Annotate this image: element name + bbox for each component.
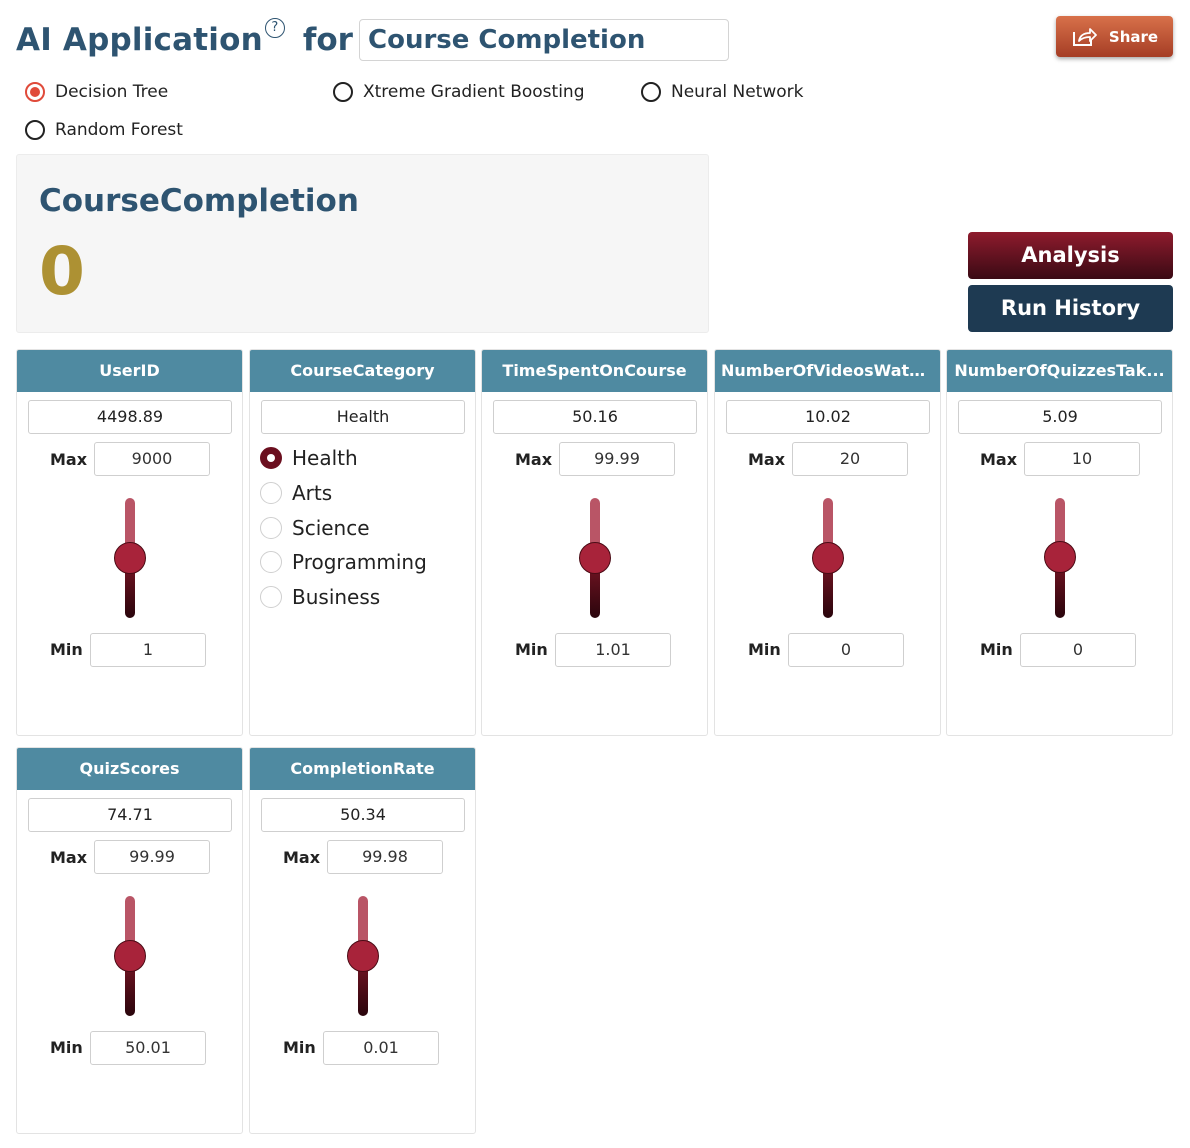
min-label: Min bbox=[50, 1038, 83, 1057]
value-input[interactable]: 74.71 bbox=[28, 798, 232, 832]
category-option-science[interactable]: Science bbox=[260, 516, 370, 540]
analysis-button[interactable]: Analysis bbox=[968, 232, 1173, 279]
app-title: AI Application bbox=[16, 22, 263, 58]
slider-thumb[interactable] bbox=[113, 940, 146, 972]
min-label: Min bbox=[748, 640, 781, 659]
max-input[interactable]: 99.98 bbox=[327, 840, 443, 874]
max-input[interactable]: 99.99 bbox=[94, 840, 210, 874]
category-option-health[interactable]: Health bbox=[260, 446, 358, 470]
min-input[interactable]: 1.01 bbox=[555, 633, 671, 667]
category-label: Science bbox=[292, 516, 370, 540]
value-slider[interactable] bbox=[17, 498, 242, 618]
feature-card-videos-watched: NumberOfVideosWatc... 10.02 Max 20 Min 0 bbox=[714, 349, 941, 736]
max-label: Max bbox=[748, 450, 786, 469]
min-label: Min bbox=[515, 640, 548, 659]
max-label: Max bbox=[50, 848, 88, 867]
radio-icon bbox=[641, 82, 661, 102]
slider-thumb[interactable] bbox=[811, 542, 844, 574]
category-label: Programming bbox=[292, 550, 427, 574]
feature-title: NumberOfQuizzesTak... bbox=[947, 350, 1172, 392]
max-input[interactable]: 99.99 bbox=[559, 442, 675, 476]
for-label: for bbox=[302, 22, 353, 58]
category-label: Health bbox=[292, 446, 358, 470]
feature-card-quizscores: QuizScores 74.71 Max 99.99 Min 50.01 bbox=[16, 747, 243, 1134]
feature-card-userid: UserID 4498.89 Max 9000 Min 1 bbox=[16, 349, 243, 736]
slider-thumb[interactable] bbox=[113, 542, 146, 574]
category-label: Business bbox=[292, 585, 381, 609]
model-option-decision-tree[interactable]: Decision Tree bbox=[25, 82, 168, 102]
share-button[interactable]: Share bbox=[1056, 16, 1173, 57]
value-input[interactable]: 4498.89 bbox=[28, 400, 232, 434]
min-label: Min bbox=[980, 640, 1013, 659]
category-option-arts[interactable]: Arts bbox=[260, 481, 332, 505]
help-icon[interactable]: ? bbox=[264, 18, 285, 38]
max-input[interactable]: 20 bbox=[792, 442, 908, 476]
slider-thumb[interactable] bbox=[346, 940, 379, 972]
max-label: Max bbox=[515, 450, 553, 469]
value-input[interactable]: 50.16 bbox=[493, 400, 697, 434]
value-slider[interactable] bbox=[17, 896, 242, 1016]
max-label: Max bbox=[980, 450, 1018, 469]
feature-card-completionrate: CompletionRate 50.34 Max 99.98 Min 0.01 bbox=[249, 747, 476, 1134]
radio-icon bbox=[260, 586, 282, 608]
min-input[interactable]: 1 bbox=[90, 633, 206, 667]
max-label: Max bbox=[283, 848, 321, 867]
value-slider[interactable] bbox=[715, 498, 940, 618]
feature-card-timespent: TimeSpentOnCourse 50.16 Max 99.99 Min 1.… bbox=[481, 349, 708, 736]
value-slider[interactable] bbox=[482, 498, 707, 618]
category-option-business[interactable]: Business bbox=[260, 585, 380, 609]
target-field[interactable] bbox=[359, 19, 729, 61]
slider-thumb[interactable] bbox=[1043, 540, 1076, 573]
radio-icon bbox=[260, 482, 282, 504]
max-input[interactable]: 9000 bbox=[94, 442, 210, 476]
share-label: Share bbox=[1108, 27, 1159, 46]
feature-title: NumberOfVideosWatc... bbox=[715, 350, 940, 392]
feature-title: CompletionRate bbox=[250, 748, 475, 790]
run-history-button[interactable]: Run History bbox=[968, 285, 1173, 332]
min-input[interactable]: 50.01 bbox=[90, 1031, 206, 1065]
share-icon bbox=[1072, 27, 1097, 46]
feature-card-quizzes-taken: NumberOfQuizzesTak... 5.09 Max 10 Min 0 bbox=[946, 349, 1173, 736]
result-value: 0 bbox=[39, 233, 85, 310]
radio-icon bbox=[333, 82, 353, 102]
radio-icon bbox=[25, 120, 45, 140]
radio-selected-icon bbox=[260, 447, 282, 469]
value-input[interactable]: 50.34 bbox=[261, 798, 465, 832]
model-option-xgboost[interactable]: Xtreme Gradient Boosting bbox=[333, 82, 584, 102]
min-label: Min bbox=[283, 1038, 316, 1057]
category-label: Arts bbox=[292, 481, 333, 505]
model-label: Random Forest bbox=[55, 120, 183, 140]
max-label: Max bbox=[50, 450, 88, 469]
radio-icon bbox=[260, 551, 282, 573]
min-input[interactable]: 0 bbox=[788, 633, 904, 667]
min-input[interactable]: 0 bbox=[1020, 633, 1136, 667]
model-option-random-forest[interactable]: Random Forest bbox=[25, 120, 183, 140]
min-label: Min bbox=[50, 640, 83, 659]
category-option-programming[interactable]: Programming bbox=[260, 550, 427, 574]
model-label: Neural Network bbox=[671, 82, 804, 102]
value-input[interactable]: 10.02 bbox=[726, 400, 930, 434]
radio-icon bbox=[260, 517, 282, 539]
value-input[interactable]: 5.09 bbox=[958, 400, 1162, 434]
feature-title: UserID bbox=[17, 350, 242, 392]
radio-selected-icon bbox=[25, 82, 45, 102]
value-input[interactable]: Health bbox=[261, 400, 465, 434]
header: AI Application ? for bbox=[16, 14, 353, 66]
model-label: Xtreme Gradient Boosting bbox=[363, 82, 585, 102]
slider-thumb[interactable] bbox=[578, 542, 611, 574]
result-label: CourseCompletion bbox=[39, 183, 359, 219]
value-slider[interactable] bbox=[947, 498, 1172, 618]
feature-title: TimeSpentOnCourse bbox=[482, 350, 707, 392]
value-slider[interactable] bbox=[250, 896, 475, 1016]
model-label: Decision Tree bbox=[55, 82, 169, 102]
feature-card-coursecategory: CourseCategory Health Health Arts Scienc… bbox=[249, 349, 476, 736]
feature-title: CourseCategory bbox=[250, 350, 475, 392]
feature-title: QuizScores bbox=[17, 748, 242, 790]
max-input[interactable]: 10 bbox=[1024, 442, 1140, 476]
model-option-neural-network[interactable]: Neural Network bbox=[641, 82, 803, 102]
result-panel: CourseCompletion 0 bbox=[16, 154, 709, 333]
min-input[interactable]: 0.01 bbox=[323, 1031, 439, 1065]
